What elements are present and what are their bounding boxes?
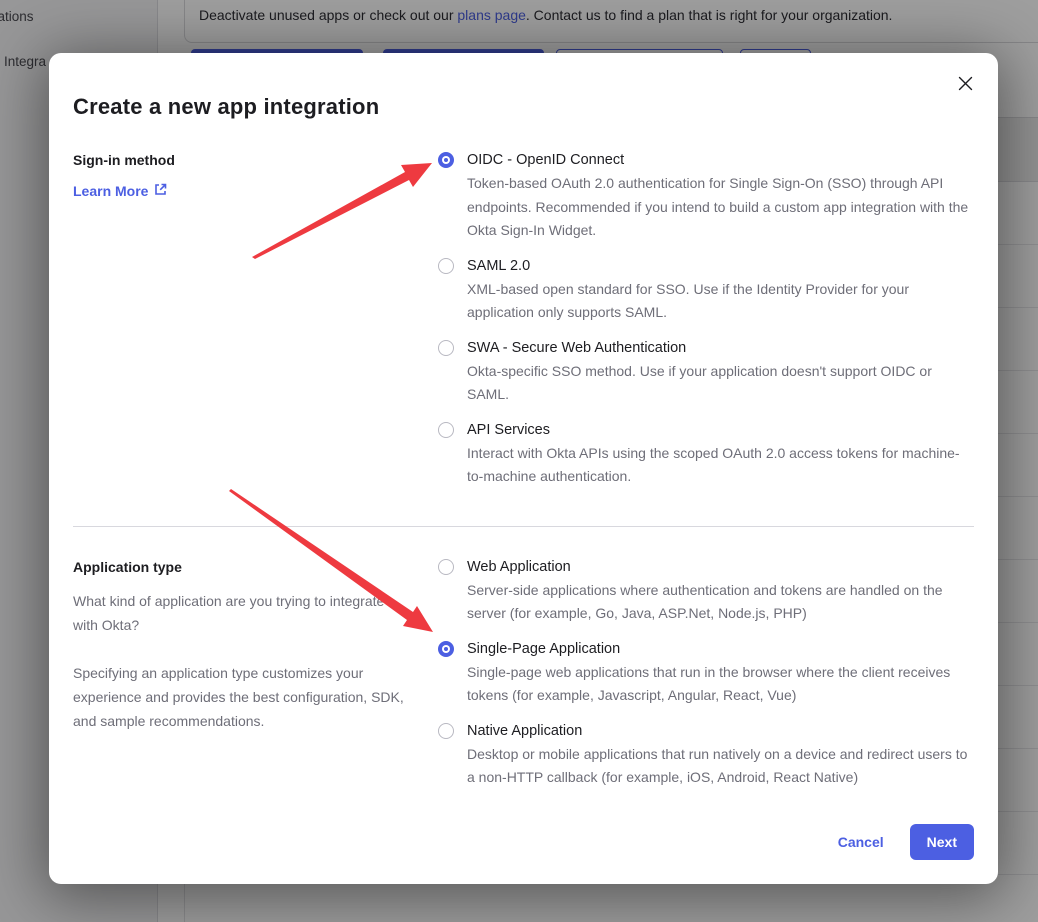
modal-title: Create a new app integration (73, 93, 974, 121)
radio-native-application[interactable] (438, 723, 454, 739)
option-saml[interactable]: SAML 2.0 XML-based open standard for SSO… (438, 254, 974, 325)
application-type-section: Application type What kind of applicatio… (73, 555, 974, 790)
option-label[interactable]: Native Application (467, 719, 974, 743)
option-description: XML-based open standard for SSO. Use if … (467, 278, 974, 325)
section-divider (73, 526, 974, 527)
option-description: Okta-specific SSO method. Use if your ap… (467, 360, 974, 407)
option-description: Interact with Okta APIs using the scoped… (467, 442, 974, 489)
external-link-icon (154, 183, 167, 199)
option-label[interactable]: Single-Page Application (467, 637, 974, 661)
learn-more-label: Learn More (73, 183, 148, 199)
option-label[interactable]: API Services (467, 418, 974, 442)
next-button[interactable]: Next (910, 824, 974, 860)
option-description: Server-side applications where authentic… (467, 579, 974, 626)
option-swa[interactable]: SWA - Secure Web Authentication Okta-spe… (438, 336, 974, 407)
application-type-intro: Specifying an application type customize… (73, 661, 411, 733)
radio-api-services[interactable] (438, 422, 454, 438)
radio-saml[interactable] (438, 258, 454, 274)
option-description: Desktop or mobile applications that run … (467, 743, 974, 790)
close-button[interactable] (953, 73, 977, 97)
learn-more-link[interactable]: Learn More (73, 183, 167, 199)
option-label[interactable]: SAML 2.0 (467, 254, 974, 278)
create-app-integration-modal: Create a new app integration Sign-in met… (49, 53, 998, 884)
option-oidc[interactable]: OIDC - OpenID Connect Token-based OAuth … (438, 148, 974, 243)
option-web-application[interactable]: Web Application Server-side applications… (438, 555, 974, 626)
option-description: Single-page web applications that run in… (467, 661, 974, 708)
radio-web-application[interactable] (438, 559, 454, 575)
option-description: Token-based OAuth 2.0 authentication for… (467, 172, 974, 243)
option-native-application[interactable]: Native Application Desktop or mobile app… (438, 719, 974, 790)
radio-single-page-application[interactable] (438, 641, 454, 657)
modal-footer: Cancel Next (838, 824, 974, 860)
option-label[interactable]: OIDC - OpenID Connect (467, 148, 974, 172)
sign-in-method-label: Sign-in method (73, 148, 411, 172)
sign-in-method-section: Sign-in method Learn More OIDC - OpenID … (73, 148, 974, 489)
close-icon (958, 76, 973, 94)
radio-swa[interactable] (438, 340, 454, 356)
application-type-intro: What kind of application are you trying … (73, 589, 411, 637)
application-type-label: Application type (73, 555, 411, 579)
option-single-page-application[interactable]: Single-Page Application Single-page web … (438, 637, 974, 708)
cancel-button[interactable]: Cancel (838, 834, 884, 850)
option-label[interactable]: SWA - Secure Web Authentication (467, 336, 974, 360)
option-api-services[interactable]: API Services Interact with Okta APIs usi… (438, 418, 974, 489)
radio-oidc[interactable] (438, 152, 454, 168)
option-label[interactable]: Web Application (467, 555, 974, 579)
